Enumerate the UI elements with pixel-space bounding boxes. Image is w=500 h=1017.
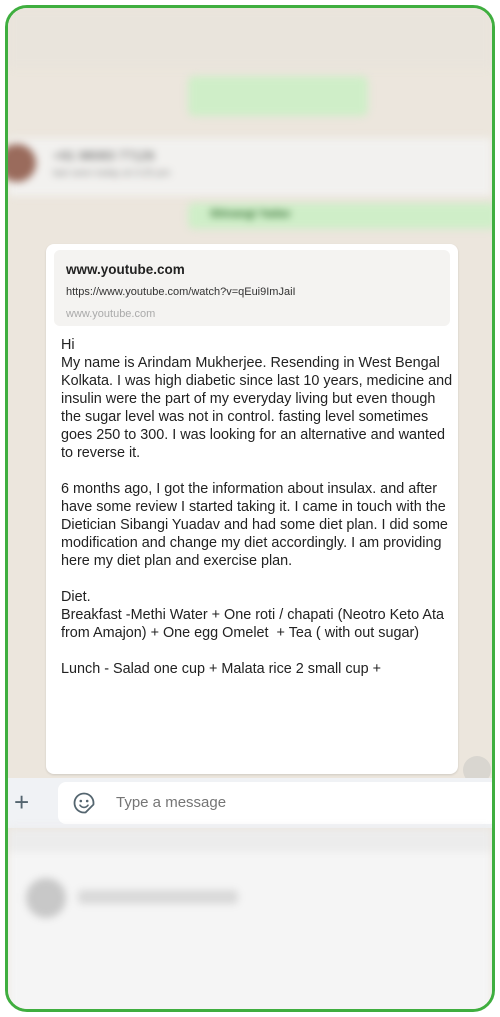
contact-header[interactable]: +91 98083 77126 last seen today at 3:25 … (8, 138, 492, 196)
bottom-text-placeholder (78, 890, 238, 904)
avatar (26, 878, 66, 918)
avatar[interactable] (8, 144, 36, 182)
plus-icon[interactable]: + (14, 788, 29, 816)
link-preview-url[interactable]: https://www.youtube.com/watch?v=qEui9ImJ… (66, 286, 296, 298)
bottom-bar (8, 828, 492, 852)
message-text: Hi My name is Arindam Mukherjee. Resendi… (61, 337, 453, 677)
bottom-blurred-area (8, 828, 492, 1009)
contact-status: last seen today at 3:25 pm (53, 168, 171, 179)
message-bubble[interactable]: www.youtube.com https://www.youtube.com/… (46, 244, 458, 774)
sticker-icon[interactable] (72, 791, 96, 815)
contact-name: +91 98083 77126 (53, 148, 155, 163)
message-input-box[interactable] (58, 782, 492, 824)
tag-label: Shivangi Yadav (210, 208, 291, 220)
message-composer: + (8, 778, 492, 828)
link-preview-domain: www.youtube.com (66, 308, 156, 320)
outgoing-tag-bubble: Shivangi Yadav (188, 203, 492, 229)
link-preview-title: www.youtube.com (66, 262, 185, 277)
message-input[interactable] (116, 794, 416, 811)
outgoing-bubble (188, 76, 368, 116)
link-preview-card[interactable]: www.youtube.com https://www.youtube.com/… (54, 250, 450, 326)
top-strip (8, 8, 492, 68)
screenshot-frame: +91 98083 77126 last seen today at 3:25 … (5, 5, 495, 1012)
